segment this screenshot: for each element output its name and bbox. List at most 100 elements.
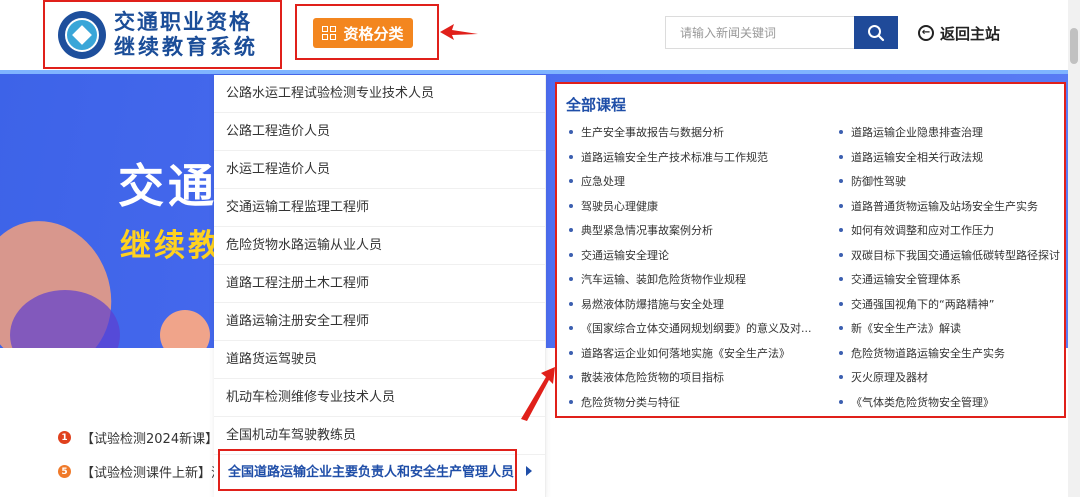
- course-link[interactable]: 道路运输企业隐患排查治理: [839, 124, 983, 140]
- logo-title-line1: 交通职业资格: [114, 9, 252, 34]
- course-title: 汽车运输、装卸危险货物作业规程: [581, 273, 746, 286]
- banner-subtitle: 继续教: [120, 228, 222, 264]
- bullet-icon: [839, 203, 843, 208]
- decor-shape: [160, 310, 210, 348]
- bullet-icon: [569, 154, 573, 159]
- course-link[interactable]: 危险货物分类与特征: [569, 394, 680, 410]
- course-link[interactable]: 道路运输安全生产技术标准与工作规范: [569, 149, 768, 165]
- course-title: 道路普通货物运输及站场安全生产实务: [851, 199, 1038, 213]
- bullet-icon: [569, 252, 573, 257]
- menu-item[interactable]: 危险货物水路运输从业人员: [214, 227, 545, 265]
- bullet-icon: [839, 350, 843, 355]
- menu-item[interactable]: 水运工程造价人员: [214, 151, 545, 189]
- course-title: 《国家综合立体交通网规划纲要》的意义及对...: [581, 322, 812, 335]
- course-link[interactable]: 如何有效调整和应对工作压力: [839, 222, 994, 238]
- course-title: 典型紧急情况事故案例分析: [581, 224, 713, 237]
- menu-item[interactable]: 交通运输工程监理工程师: [214, 189, 545, 227]
- course-link[interactable]: 驾驶员心理健康: [569, 198, 658, 214]
- banner-accent-line: [0, 70, 1068, 74]
- bullet-icon: [839, 252, 843, 257]
- back-home-link[interactable]: ← 返回主站: [918, 22, 1000, 44]
- rank-badge: 5: [58, 465, 71, 478]
- menu-item[interactable]: 机动车检测维修专业技术人员: [214, 379, 545, 417]
- course-link[interactable]: 灭火原理及器材: [839, 369, 928, 385]
- course-link[interactable]: 易燃液体防爆措施与安全处理: [569, 296, 724, 312]
- course-link[interactable]: 典型紧急情况事故案例分析: [569, 222, 713, 238]
- category-button-label: 资格分类: [343, 24, 404, 43]
- bullet-icon: [569, 130, 573, 134]
- menu-item[interactable]: 道路运输注册安全工程师: [214, 303, 545, 341]
- site-logo[interactable]: 交通职业资格 继续教育系统: [43, 0, 282, 69]
- bullet-icon: [839, 154, 843, 159]
- menu-item[interactable]: 道路货运驾驶员: [214, 341, 545, 379]
- category-highlight: 资格分类: [295, 4, 439, 60]
- course-link[interactable]: 防御性驾驶: [839, 173, 906, 189]
- search-input[interactable]: 请输入新闻关键词: [665, 16, 854, 49]
- logo-emblem-icon: [58, 10, 106, 59]
- course-link[interactable]: 交通强国视角下的“两路精神”: [839, 296, 994, 312]
- scrollbar-thumb[interactable]: [1070, 28, 1078, 64]
- course-link[interactable]: 汽车运输、装卸危险货物作业规程: [569, 271, 746, 287]
- course-title: 应急处理: [581, 175, 625, 188]
- news-item[interactable]: 1 【试验检测2024新课】小: [58, 428, 231, 447]
- course-link[interactable]: 散装液体危险货物的项目指标: [569, 369, 724, 385]
- course-link[interactable]: 新《安全生产法》解读: [839, 320, 961, 336]
- course-link[interactable]: 交通运输安全理论: [569, 247, 669, 263]
- course-link[interactable]: 道路客运企业如何落地实施《安全生产法》: [569, 345, 790, 361]
- course-title: 驾驶员心理健康: [581, 199, 658, 213]
- course-title: 散装液体危险货物的项目指标: [581, 371, 724, 384]
- page-scrollbar[interactable]: [1068, 0, 1080, 497]
- course-title: 道路客运企业如何落地实施《安全生产法》: [581, 346, 790, 360]
- bullet-icon: [569, 326, 573, 330]
- annotation-arrow-icon: [521, 367, 555, 421]
- news-title: 【试验检测课件上新】混: [81, 466, 225, 481]
- bullet-icon: [569, 277, 573, 281]
- bullet-icon: [839, 326, 843, 330]
- bullet-icon: [569, 228, 573, 232]
- course-title: 新《安全生产法》解读: [851, 322, 961, 335]
- course-title: 交通运输安全理论: [581, 248, 669, 262]
- course-link[interactable]: 生产安全事故报告与数据分析: [569, 124, 724, 140]
- bullet-icon: [569, 350, 573, 355]
- bullet-icon: [569, 399, 573, 404]
- news-title: 【试验检测2024新课】小: [81, 432, 232, 447]
- course-title: 危险货物道路运输安全生产实务: [851, 346, 1005, 360]
- course-link[interactable]: 道路运输安全相关行政法规: [839, 149, 983, 165]
- course-title: 交通强国视角下的“两路精神”: [851, 297, 995, 311]
- bullet-icon: [839, 228, 843, 232]
- category-button[interactable]: 资格分类: [313, 18, 413, 48]
- course-link[interactable]: 双碳目标下我国交通运输低碳转型路径探讨: [839, 247, 1060, 263]
- course-title: 防御性驾驶: [851, 175, 906, 188]
- bullet-icon: [839, 179, 843, 183]
- news-item[interactable]: 5 【试验检测课件上新】混: [58, 462, 224, 481]
- course-link[interactable]: 道路普通货物运输及站场安全生产实务: [839, 198, 1038, 214]
- bullet-icon: [839, 301, 843, 306]
- course-link[interactable]: 《气体类危险货物安全管理》: [839, 394, 994, 410]
- course-title: 《气体类危险货物安全管理》: [851, 395, 994, 409]
- course-title: 道路运输安全生产技术标准与工作规范: [581, 150, 768, 164]
- course-link[interactable]: 危险货物道路运输安全生产实务: [839, 345, 1005, 361]
- category-dropdown-menu: 公路水运工程试验检测专业技术人员 公路工程造价人员 水运工程造价人员 交通运输工…: [214, 75, 546, 497]
- bullet-icon: [569, 301, 573, 306]
- menu-item-active[interactable]: 全国道路运输企业主要负责人和安全生产管理人员: [218, 449, 517, 491]
- bullet-icon: [839, 375, 843, 379]
- bullet-icon: [839, 130, 843, 134]
- logo-title-line2: 继续教育系统: [114, 34, 258, 59]
- search-button[interactable]: [854, 16, 898, 49]
- course-link[interactable]: 交通运输安全管理体系: [839, 271, 961, 287]
- search-icon: [868, 24, 885, 41]
- annotation-arrow-icon: [440, 24, 478, 40]
- course-title: 易燃液体防爆措施与安全处理: [581, 297, 724, 311]
- panel-title: 全部课程: [566, 96, 627, 114]
- menu-item[interactable]: 道路工程注册土木工程师: [214, 265, 545, 303]
- bullet-icon: [569, 179, 573, 183]
- bullet-icon: [569, 375, 573, 379]
- bullet-icon: [839, 277, 843, 281]
- course-title: 道路运输企业隐患排查治理: [851, 126, 983, 139]
- course-title: 生产安全事故报告与数据分析: [581, 126, 724, 139]
- course-title: 灭火原理及器材: [851, 371, 928, 384]
- menu-item[interactable]: 公路工程造价人员: [214, 113, 545, 151]
- course-link[interactable]: 应急处理: [569, 173, 625, 189]
- course-link[interactable]: 《国家综合立体交通网规划纲要》的意义及对...: [569, 320, 812, 336]
- menu-item[interactable]: 公路水运工程试验检测专业技术人员: [214, 75, 545, 113]
